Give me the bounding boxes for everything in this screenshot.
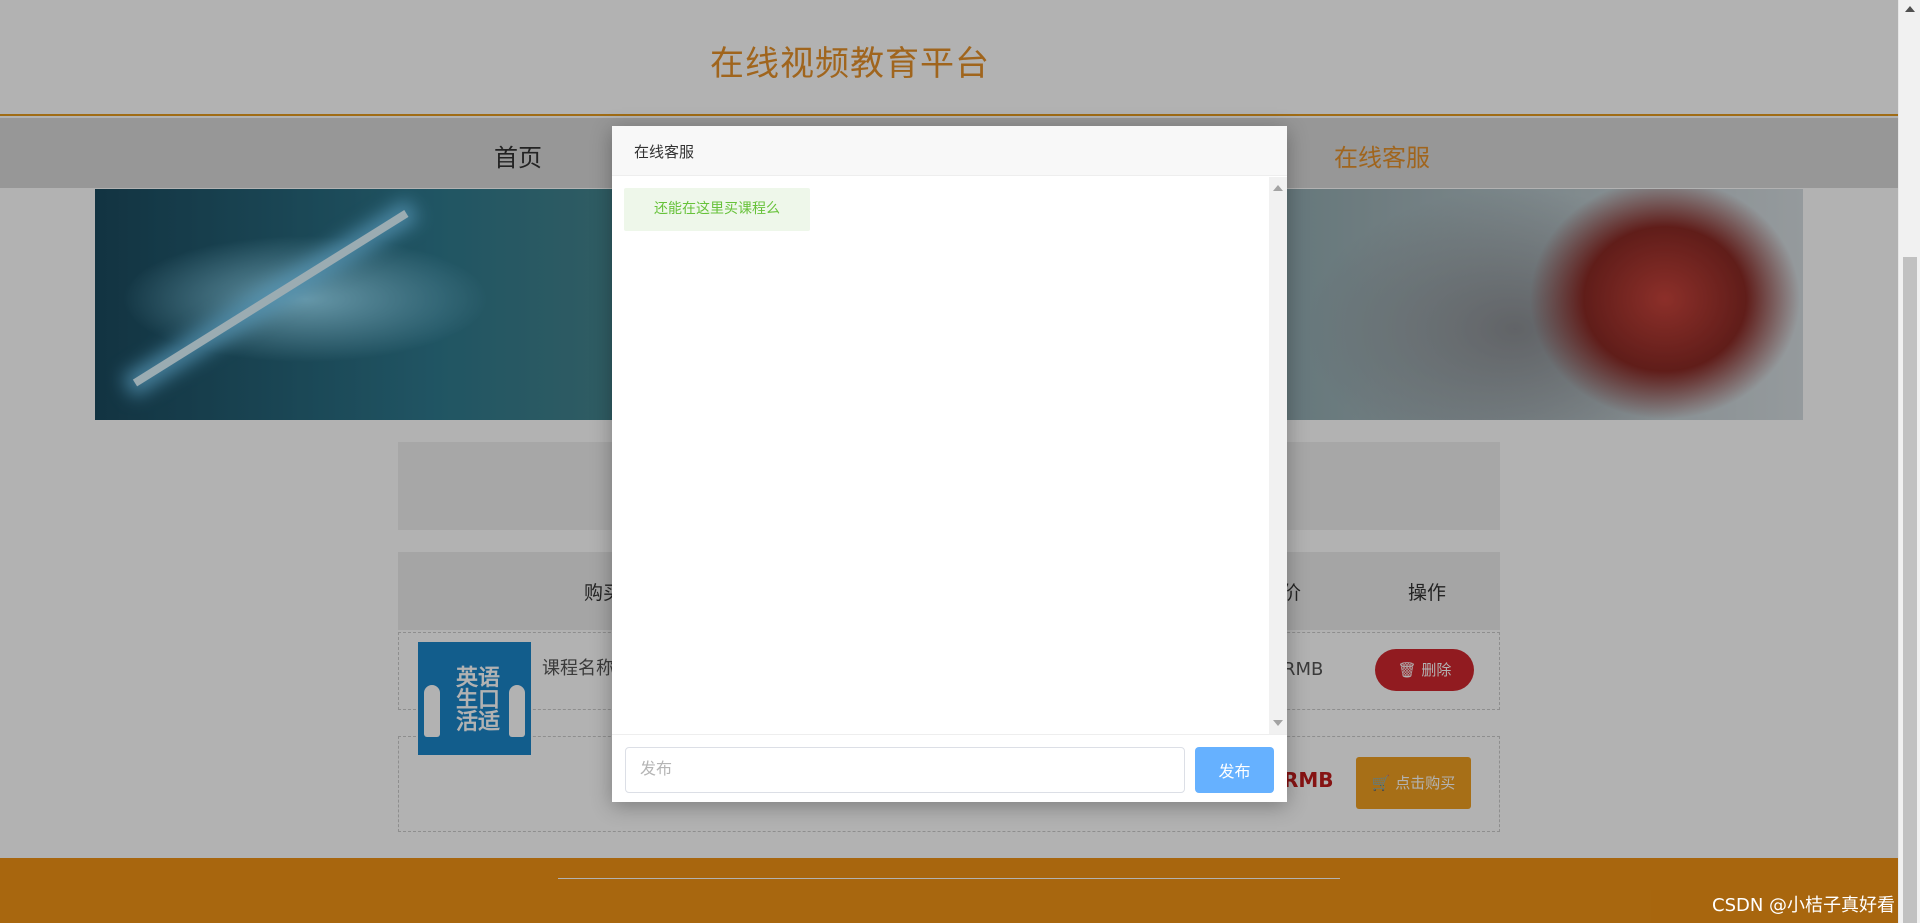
scrollbar-thumb[interactable] [1903, 257, 1917, 923]
scroll-up-icon[interactable] [1273, 185, 1283, 191]
chat-message: 还能在这里买课程么 [624, 188, 810, 231]
scroll-up-icon[interactable] [1905, 6, 1915, 12]
chat-message-area[interactable]: 还能在这里买课程么 [612, 177, 1269, 734]
scroll-down-icon[interactable] [1273, 720, 1283, 726]
send-button[interactable]: 发布 [1195, 747, 1274, 793]
modal-footer: 发布 [612, 734, 1287, 802]
modal-header: 在线客服 [612, 126, 1287, 176]
modal-title: 在线客服 [634, 143, 695, 161]
chat-input[interactable] [625, 747, 1185, 793]
chat-scrollbar[interactable] [1269, 177, 1287, 734]
window-scrollbar[interactable] [1898, 0, 1920, 923]
watermark: CSDN @小桔子真好看 [1712, 895, 1896, 916]
chat-modal: 在线客服 还能在这里买课程么 发布 [612, 126, 1287, 802]
